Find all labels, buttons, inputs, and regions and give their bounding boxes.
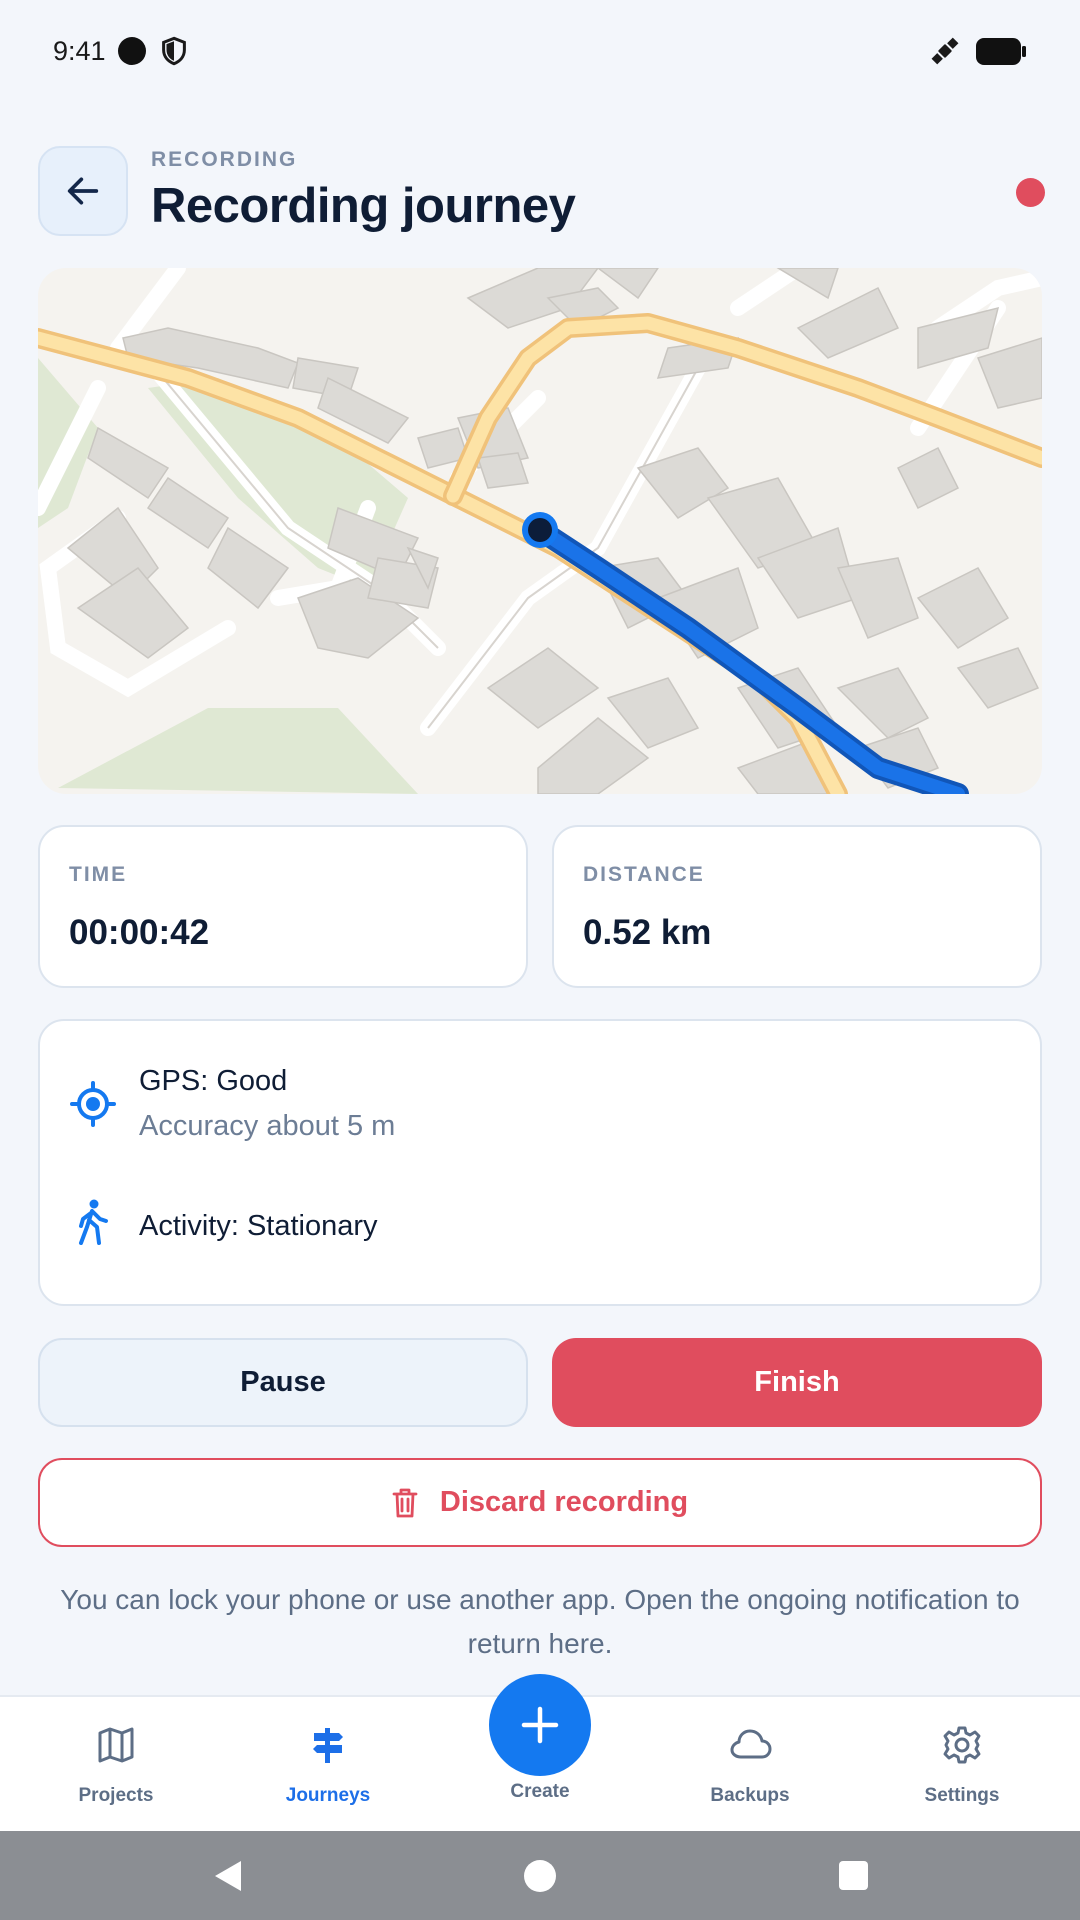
plus-icon — [521, 1706, 559, 1744]
system-navigation-bar — [0, 1831, 1080, 1920]
system-back-icon[interactable] — [213, 1859, 243, 1893]
nav-projects[interactable]: Projects — [26, 1697, 206, 1833]
status-bar: 9:41 — [0, 0, 1080, 104]
nav-settings[interactable]: Settings — [872, 1697, 1052, 1833]
finish-button[interactable]: Finish — [552, 1338, 1042, 1427]
time-value: 00:00:42 — [69, 913, 210, 952]
back-button[interactable] — [38, 146, 128, 236]
location-dot-icon — [522, 512, 558, 548]
finish-button-label: Finish — [754, 1366, 840, 1398]
time-card: TIME 00:00:42 — [38, 825, 528, 988]
distance-card: DISTANCE 0.52 km — [552, 825, 1042, 988]
nav-journeys-label: Journeys — [285, 1785, 371, 1806]
battery-icon — [976, 38, 1026, 65]
walking-person-icon — [79, 1199, 108, 1245]
activity-status: Activity: Stationary — [139, 1210, 378, 1242]
nav-projects-label: Projects — [78, 1785, 154, 1806]
gear-icon — [943, 1726, 981, 1764]
status-info-card: GPS: Good Accuracy about 5 m Activity: S… — [38, 1019, 1042, 1306]
time-label: TIME — [69, 863, 128, 886]
background-recording-hint: You can lock your phone or use another a… — [60, 1584, 1020, 1659]
distance-value: 0.52 km — [583, 913, 712, 952]
nav-backups-label: Backups — [710, 1785, 790, 1806]
route-map[interactable] — [38, 268, 1042, 794]
create-button[interactable] — [489, 1674, 591, 1776]
pause-button-label: Pause — [240, 1366, 326, 1398]
discard-button-label: Discard recording — [439, 1486, 689, 1518]
page-title: Recording journey — [151, 179, 576, 233]
system-recents-icon[interactable] — [839, 1861, 868, 1890]
nav-settings-label: Settings — [924, 1785, 1000, 1806]
gps-status: GPS: Good — [139, 1065, 288, 1097]
camera-dot-icon — [118, 37, 146, 65]
map-icon — [98, 1727, 134, 1763]
nav-journeys[interactable]: Journeys — [238, 1697, 418, 1833]
arrow-left-icon — [67, 177, 99, 205]
discard-recording-button[interactable]: Discard recording — [38, 1458, 1042, 1547]
status-time: 9:41 — [53, 36, 106, 66]
trash-icon — [392, 1488, 418, 1517]
gps-accuracy: Accuracy about 5 m — [139, 1110, 396, 1142]
gps-crosshair-icon — [70, 1081, 116, 1127]
distance-label: DISTANCE — [583, 863, 705, 886]
nav-create-label: Create — [510, 1781, 570, 1802]
shield-icon — [162, 36, 186, 66]
nav-backups[interactable]: Backups — [660, 1697, 840, 1833]
system-home-icon[interactable] — [524, 1860, 556, 1892]
satellite-icon — [931, 37, 959, 65]
cloud-icon — [730, 1729, 772, 1759]
signpost-icon — [313, 1728, 343, 1763]
pause-button[interactable]: Pause — [38, 1338, 528, 1427]
recording-indicator — [1016, 178, 1045, 207]
page-eyebrow: RECORDING — [151, 148, 298, 171]
